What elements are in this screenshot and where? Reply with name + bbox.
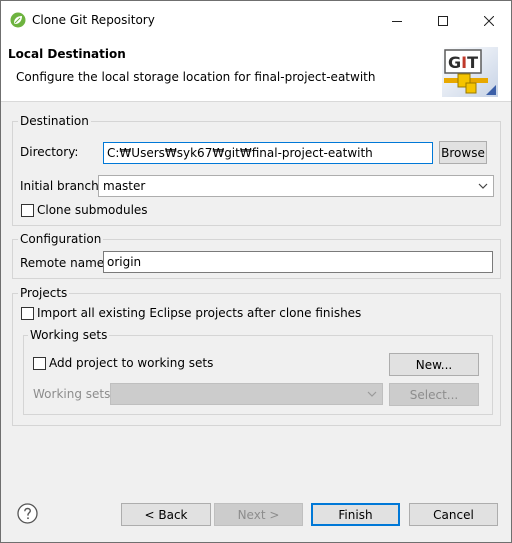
select-working-sets-button[interactable]: Select... xyxy=(389,383,479,406)
spring-leaf-icon xyxy=(10,12,26,28)
directory-input[interactable]: C:₩Users₩syk67₩git₩final-project-eatwith xyxy=(103,142,433,164)
page-title: Local Destination xyxy=(8,47,126,61)
destination-group-label: Destination xyxy=(18,114,91,128)
initial-branch-value: master xyxy=(103,179,146,193)
working-sets-label: Working sets: xyxy=(33,387,115,401)
remote-name-input[interactable]: origin xyxy=(103,251,493,273)
window-title: Clone Git Repository xyxy=(32,13,155,27)
git-logo-icon: GIT xyxy=(442,47,498,97)
page-description: Configure the local storage location for… xyxy=(16,70,376,84)
maximize-icon xyxy=(438,16,448,26)
cancel-button[interactable]: Cancel xyxy=(409,503,498,526)
close-button[interactable] xyxy=(466,1,512,41)
directory-label: Directory: xyxy=(20,145,79,159)
add-to-working-sets-checkbox[interactable] xyxy=(33,357,46,370)
working-sets-select[interactable] xyxy=(110,383,383,405)
clone-submodules-checkbox[interactable] xyxy=(21,204,34,217)
clone-git-repository-dialog: Clone Git Repository Local Destination C… xyxy=(0,0,512,543)
finish-button[interactable]: Finish xyxy=(311,503,400,526)
configuration-group-label: Configuration xyxy=(18,232,104,246)
back-button[interactable]: < Back xyxy=(121,503,211,526)
browse-button[interactable]: Browse xyxy=(439,141,487,164)
next-button[interactable]: Next > xyxy=(214,503,303,526)
svg-text:GIT: GIT xyxy=(448,53,478,72)
chevron-down-icon xyxy=(367,391,377,397)
wizard-header: Local Destination Configure the local st… xyxy=(1,41,511,102)
new-working-set-button[interactable]: New... xyxy=(389,353,479,376)
title-bar[interactable]: Clone Git Repository xyxy=(1,1,511,41)
working-sets-group-label: Working sets xyxy=(28,328,110,342)
initial-branch-label: Initial branch: xyxy=(20,179,103,193)
clone-submodules-label[interactable]: Clone submodules xyxy=(37,203,148,217)
remote-name-label: Remote name: xyxy=(20,256,109,270)
import-projects-label[interactable]: Import all existing Eclipse projects aft… xyxy=(37,306,361,320)
minimize-button[interactable] xyxy=(374,1,420,41)
import-projects-checkbox[interactable] xyxy=(21,307,34,320)
help-icon[interactable] xyxy=(17,503,38,524)
projects-group-label: Projects xyxy=(18,286,70,300)
chevron-down-icon xyxy=(478,183,488,189)
close-icon xyxy=(484,16,494,26)
maximize-button[interactable] xyxy=(420,1,466,41)
minimize-icon xyxy=(392,21,402,22)
add-to-working-sets-label[interactable]: Add project to working sets xyxy=(49,356,213,370)
initial-branch-select[interactable]: master xyxy=(98,175,494,197)
